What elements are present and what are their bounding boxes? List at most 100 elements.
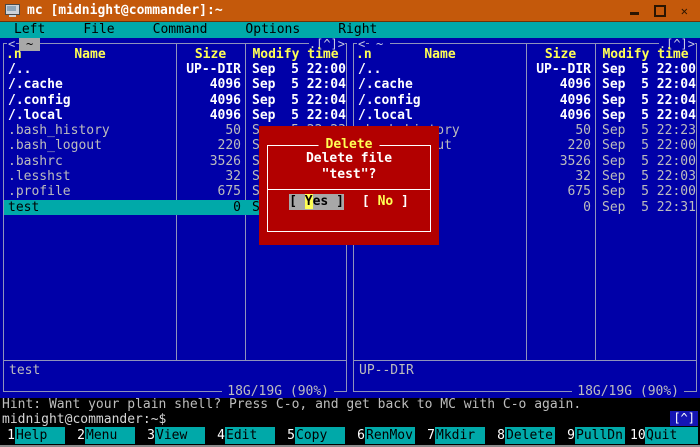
fkey-label: RenMov bbox=[365, 427, 415, 444]
column-header-name[interactable]: .nName bbox=[354, 47, 526, 62]
file-mtime: Sep 5 22:04 bbox=[595, 93, 696, 108]
file-row[interactable]: /.config 4096 Sep 5 22:04 bbox=[4, 93, 346, 108]
file-name: .lesshst bbox=[4, 169, 176, 184]
fkey-button[interactable]: 2 Menu bbox=[70, 427, 140, 444]
fkey-number: 3 bbox=[140, 427, 155, 444]
maximize-button[interactable] bbox=[654, 5, 666, 17]
column-header-size[interactable]: Size bbox=[526, 47, 595, 62]
delete-dialog-frame: Delete Delete file "test"? [ Yes ] [ No … bbox=[267, 145, 431, 232]
yes-button[interactable]: [ Yes ] bbox=[289, 194, 344, 210]
fkey-button[interactable]: 6 RenMov bbox=[350, 427, 420, 444]
file-name: /.. bbox=[354, 62, 526, 77]
menu-item[interactable]: Command bbox=[153, 22, 208, 38]
file-row[interactable]: /.. UP--DIR Sep 5 22:00 bbox=[354, 62, 696, 77]
fkey-number: 6 bbox=[350, 427, 365, 444]
fkey-number: 10 bbox=[630, 427, 645, 444]
file-name: .bashrc bbox=[4, 154, 176, 169]
fkey-button[interactable]: 5 Copy bbox=[280, 427, 350, 444]
file-size: 0 bbox=[526, 200, 595, 215]
sort-indicator: .n bbox=[356, 47, 372, 62]
fkey-label: Menu bbox=[85, 427, 135, 444]
fkey-label: Quit bbox=[645, 427, 698, 444]
menu-item[interactable]: Right bbox=[338, 22, 377, 38]
file-mtime: Sep 5 22:00 bbox=[245, 62, 346, 77]
menu-item[interactable]: Options bbox=[245, 22, 300, 38]
fkey-label: View bbox=[155, 427, 205, 444]
fkey-number: 2 bbox=[70, 427, 85, 444]
file-size: 675 bbox=[526, 184, 595, 199]
fkey-label: Edit bbox=[225, 427, 275, 444]
file-size: UP--DIR bbox=[526, 62, 595, 77]
file-size: UP--DIR bbox=[176, 62, 245, 77]
scroll-up-indicator[interactable]: [^] bbox=[670, 411, 698, 426]
file-row[interactable]: /.cache 4096 Sep 5 22:04 bbox=[354, 77, 696, 92]
fkey-number: 7 bbox=[420, 427, 435, 444]
fkey-button[interactable]: 4 Edit bbox=[210, 427, 280, 444]
file-mtime: Sep 5 22:04 bbox=[595, 108, 696, 123]
dialog-separator bbox=[268, 189, 430, 190]
left-panel-header: .nName Size Modify time bbox=[4, 47, 346, 62]
menu-bar: Left File Command Options Right bbox=[0, 22, 700, 38]
right-mini-status: UP--DIR bbox=[359, 363, 414, 378]
dialog-title: Delete bbox=[319, 138, 380, 152]
file-row[interactable]: /.. UP--DIR Sep 5 22:00 bbox=[4, 62, 346, 77]
right-panel-header: .nName Size Modify time bbox=[354, 47, 696, 62]
file-row[interactable]: /.local 4096 Sep 5 22:04 bbox=[354, 108, 696, 123]
minimize-button[interactable] bbox=[630, 12, 639, 15]
file-mtime: Sep 5 22:23 bbox=[595, 123, 696, 138]
file-size: 3526 bbox=[526, 154, 595, 169]
file-size: 4096 bbox=[526, 108, 595, 123]
right-free-space: 18G/19G (90%) bbox=[572, 385, 684, 398]
fkey-label: Copy bbox=[295, 427, 345, 444]
file-name: .profile bbox=[4, 184, 176, 199]
fkey-button[interactable]: 3 View bbox=[140, 427, 210, 444]
file-mtime: Sep 5 22:04 bbox=[245, 77, 346, 92]
left-free-space: 18G/19G (90%) bbox=[222, 385, 334, 398]
shell-prompt[interactable]: midnight@commander:~$ [^] bbox=[0, 412, 700, 427]
fkey-button[interactable]: 9 PullDn bbox=[560, 427, 630, 444]
delete-dialog: Delete Delete file "test"? [ Yes ] [ No … bbox=[259, 126, 439, 245]
file-mtime: Sep 5 22:04 bbox=[245, 108, 346, 123]
file-size: 4096 bbox=[526, 77, 595, 92]
file-name: /.config bbox=[4, 93, 176, 108]
prompt-text: midnight@commander:~$ bbox=[2, 412, 166, 427]
column-header-name[interactable]: .nName bbox=[4, 47, 176, 62]
file-size: 50 bbox=[176, 123, 245, 138]
file-size: 3526 bbox=[176, 154, 245, 169]
file-row[interactable]: /.config 4096 Sep 5 22:04 bbox=[354, 93, 696, 108]
file-size: 4096 bbox=[176, 93, 245, 108]
file-name: /.cache bbox=[4, 77, 176, 92]
file-mtime: Sep 5 22:00 bbox=[595, 138, 696, 153]
file-name: /.. bbox=[4, 62, 176, 77]
fkey-label: Delete bbox=[505, 427, 555, 444]
file-size: 0 bbox=[176, 200, 245, 215]
close-button[interactable]: ✕ bbox=[681, 5, 688, 17]
no-button[interactable]: [ No ] bbox=[362, 194, 409, 210]
window-title: mc [midnight@commander]:~ bbox=[27, 3, 223, 18]
file-name: .bash_logout bbox=[4, 138, 176, 153]
column-header-mtime[interactable]: Modify time bbox=[595, 47, 696, 62]
file-mtime: Sep 5 22:00 bbox=[595, 154, 696, 169]
file-mtime: Sep 5 22:04 bbox=[245, 93, 346, 108]
file-size: 32 bbox=[176, 169, 245, 184]
fkey-button[interactable]: 8 Delete bbox=[490, 427, 560, 444]
menu-item[interactable]: File bbox=[83, 22, 114, 38]
column-header-size[interactable]: Size bbox=[176, 47, 245, 62]
fkey-number: 5 bbox=[280, 427, 295, 444]
fkey-button[interactable]: 7 Mkdir bbox=[420, 427, 490, 444]
file-name: /.cache bbox=[354, 77, 526, 92]
file-row[interactable]: /.cache 4096 Sep 5 22:04 bbox=[4, 77, 346, 92]
file-size: 50 bbox=[526, 123, 595, 138]
file-row[interactable]: /.local 4096 Sep 5 22:04 bbox=[4, 108, 346, 123]
file-mtime: Sep 5 22:03 bbox=[595, 169, 696, 184]
file-size: 675 bbox=[176, 184, 245, 199]
file-size: 220 bbox=[526, 138, 595, 153]
fkey-button[interactable]: 10 Quit bbox=[630, 427, 700, 444]
file-size: 4096 bbox=[176, 108, 245, 123]
file-mtime: Sep 5 22:00 bbox=[595, 62, 696, 77]
menu-item[interactable]: Left bbox=[14, 22, 45, 38]
fkey-label: Mkdir bbox=[435, 427, 485, 444]
panels-area: < ~ .[^]> .nName Size Modify time /.. UP… bbox=[0, 38, 700, 398]
function-key-bar: 1 Help 2 Menu 3 View 4 Edit 5 Copy 6 Ren… bbox=[0, 427, 700, 444]
column-header-mtime[interactable]: Modify time bbox=[245, 47, 346, 62]
